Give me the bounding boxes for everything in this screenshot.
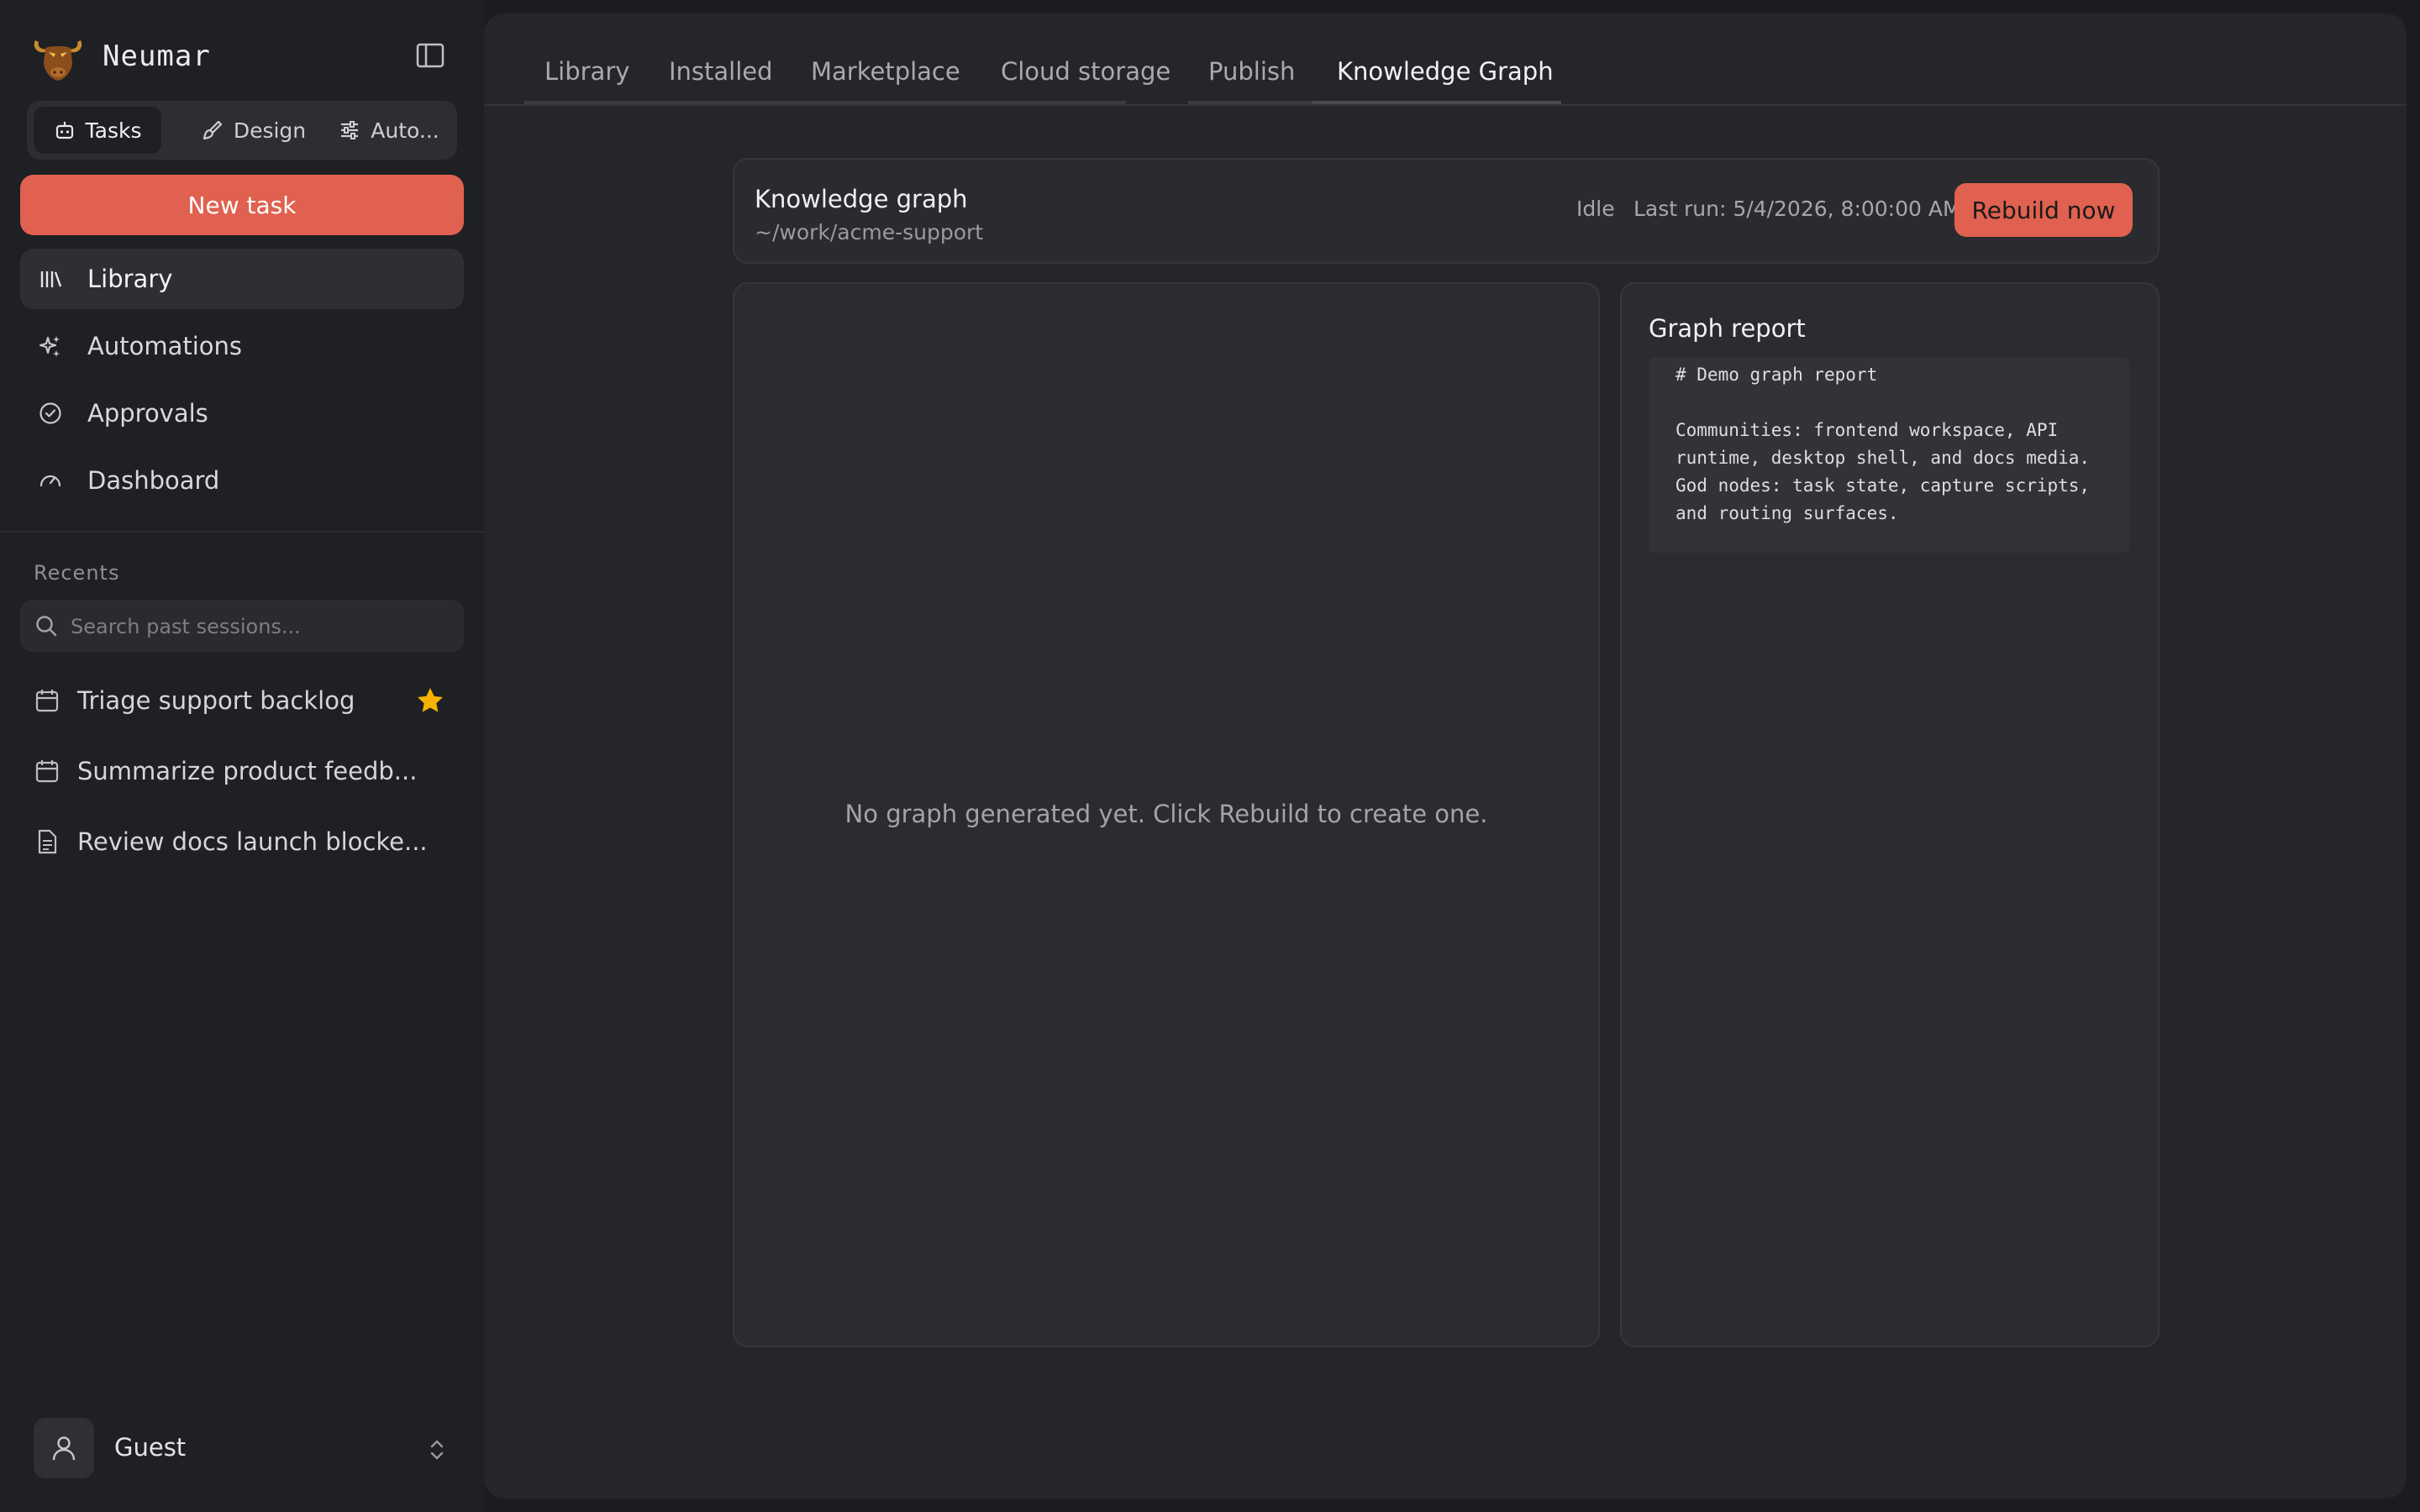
tab-installed[interactable]: Installed	[669, 57, 773, 86]
tab-underline	[1188, 101, 1313, 104]
chevron-up-down-icon	[430, 1440, 444, 1460]
sliders-icon	[341, 121, 359, 139]
user-icon	[52, 1436, 76, 1461]
library-icon	[40, 271, 62, 287]
nav-label: Automations	[87, 332, 243, 360]
search-input[interactable]	[69, 610, 472, 643]
mode-label: Tasks	[85, 118, 142, 143]
mode-design[interactable]: Design	[187, 107, 321, 154]
tab-active-underline	[1313, 101, 1561, 104]
tab-bar: Library Installed Marketplace Cloud stor…	[484, 13, 2407, 106]
calendar-icon	[35, 690, 59, 712]
knowledge-graph-header: Knowledge graph ~/work/acme-support Idle…	[733, 158, 2160, 264]
status-badge: Idle	[1576, 197, 1615, 221]
tab-publish[interactable]: Publish	[1208, 57, 1295, 86]
mode-label: Design	[233, 118, 307, 143]
search-icon	[36, 616, 57, 637]
recent-session-title: Summarize product feedb...	[77, 757, 418, 785]
check-circle-icon	[39, 402, 61, 424]
recent-session-title: Triage support backlog	[77, 686, 355, 715]
mode-label: Auto...	[371, 118, 439, 143]
robot-icon	[55, 122, 73, 139]
graph-report-panel: Graph report # Demo graph report Communi…	[1620, 282, 2160, 1347]
main-panel: Library Installed Marketplace Cloud stor…	[484, 13, 2407, 1499]
recent-session-item[interactable]: Triage support backlog	[20, 670, 464, 731]
graph-title: Knowledge graph	[755, 185, 968, 213]
brush-icon	[203, 120, 222, 140]
recent-session-title: Review docs launch blocke...	[77, 827, 428, 856]
sidebar-item-automations[interactable]: Automations	[20, 316, 464, 376]
tab-marketplace[interactable]: Marketplace	[811, 57, 960, 86]
session-search	[20, 600, 472, 652]
recent-session-item[interactable]: Summarize product feedb...	[20, 741, 464, 801]
sidebar-divider	[0, 531, 484, 533]
graph-canvas[interactable]: No graph generated yet. Click Rebuild to…	[733, 282, 1600, 1347]
sidebar-item-dashboard[interactable]: Dashboard	[20, 450, 464, 511]
tab-underline	[524, 101, 1126, 104]
report-text: # Demo graph report Communities: fronten…	[1676, 365, 2091, 523]
mode-switcher: Tasks Design Auto...	[27, 101, 457, 160]
brand: Neumar	[30, 29, 211, 84]
gauge-icon	[39, 475, 61, 487]
sidebar: Neumar Tasks Design Auto... New task Lib…	[0, 0, 484, 1512]
mode-automations[interactable]: Auto...	[326, 107, 452, 154]
user-menu[interactable]: Guest	[34, 1418, 450, 1478]
recent-session-item[interactable]: Review docs launch blocke...	[20, 811, 464, 872]
tab-knowledge-graph[interactable]: Knowledge Graph	[1337, 57, 1554, 86]
nav-label: Dashboard	[87, 466, 220, 495]
empty-state-message: No graph generated yet. Click Rebuild to…	[844, 800, 1488, 828]
nav-label: Approvals	[87, 399, 208, 428]
last-run-timestamp: Last run: 5/4/2026, 8:00:00 AM	[1634, 197, 1961, 221]
tab-cloud-storage[interactable]: Cloud storage	[1001, 57, 1171, 86]
bull-logo-icon	[34, 40, 82, 81]
report-content: # Demo graph report Communities: fronten…	[1649, 358, 2129, 553]
workspace-path: ~/work/acme-support	[755, 220, 984, 244]
avatar	[34, 1418, 94, 1478]
rebuild-now-button[interactable]: Rebuild now	[1954, 183, 2133, 237]
sidebar-item-library[interactable]: Library	[20, 249, 464, 309]
star-icon[interactable]	[415, 685, 445, 716]
tab-library[interactable]: Library	[544, 57, 629, 86]
sparkles-icon	[39, 336, 60, 357]
mode-tasks[interactable]: Tasks	[34, 107, 161, 154]
calendar-icon	[35, 760, 59, 783]
new-task-button[interactable]: New task	[20, 175, 464, 235]
report-title: Graph report	[1649, 314, 1806, 343]
sidebar-item-approvals[interactable]: Approvals	[20, 383, 464, 444]
app-name: Neumar	[103, 39, 211, 73]
user-name: Guest	[114, 1433, 187, 1462]
sidebar-toggle-icon[interactable]	[415, 42, 445, 69]
recents-heading: Recents	[34, 561, 120, 585]
nav-label: Library	[87, 265, 173, 293]
document-icon	[38, 829, 57, 854]
